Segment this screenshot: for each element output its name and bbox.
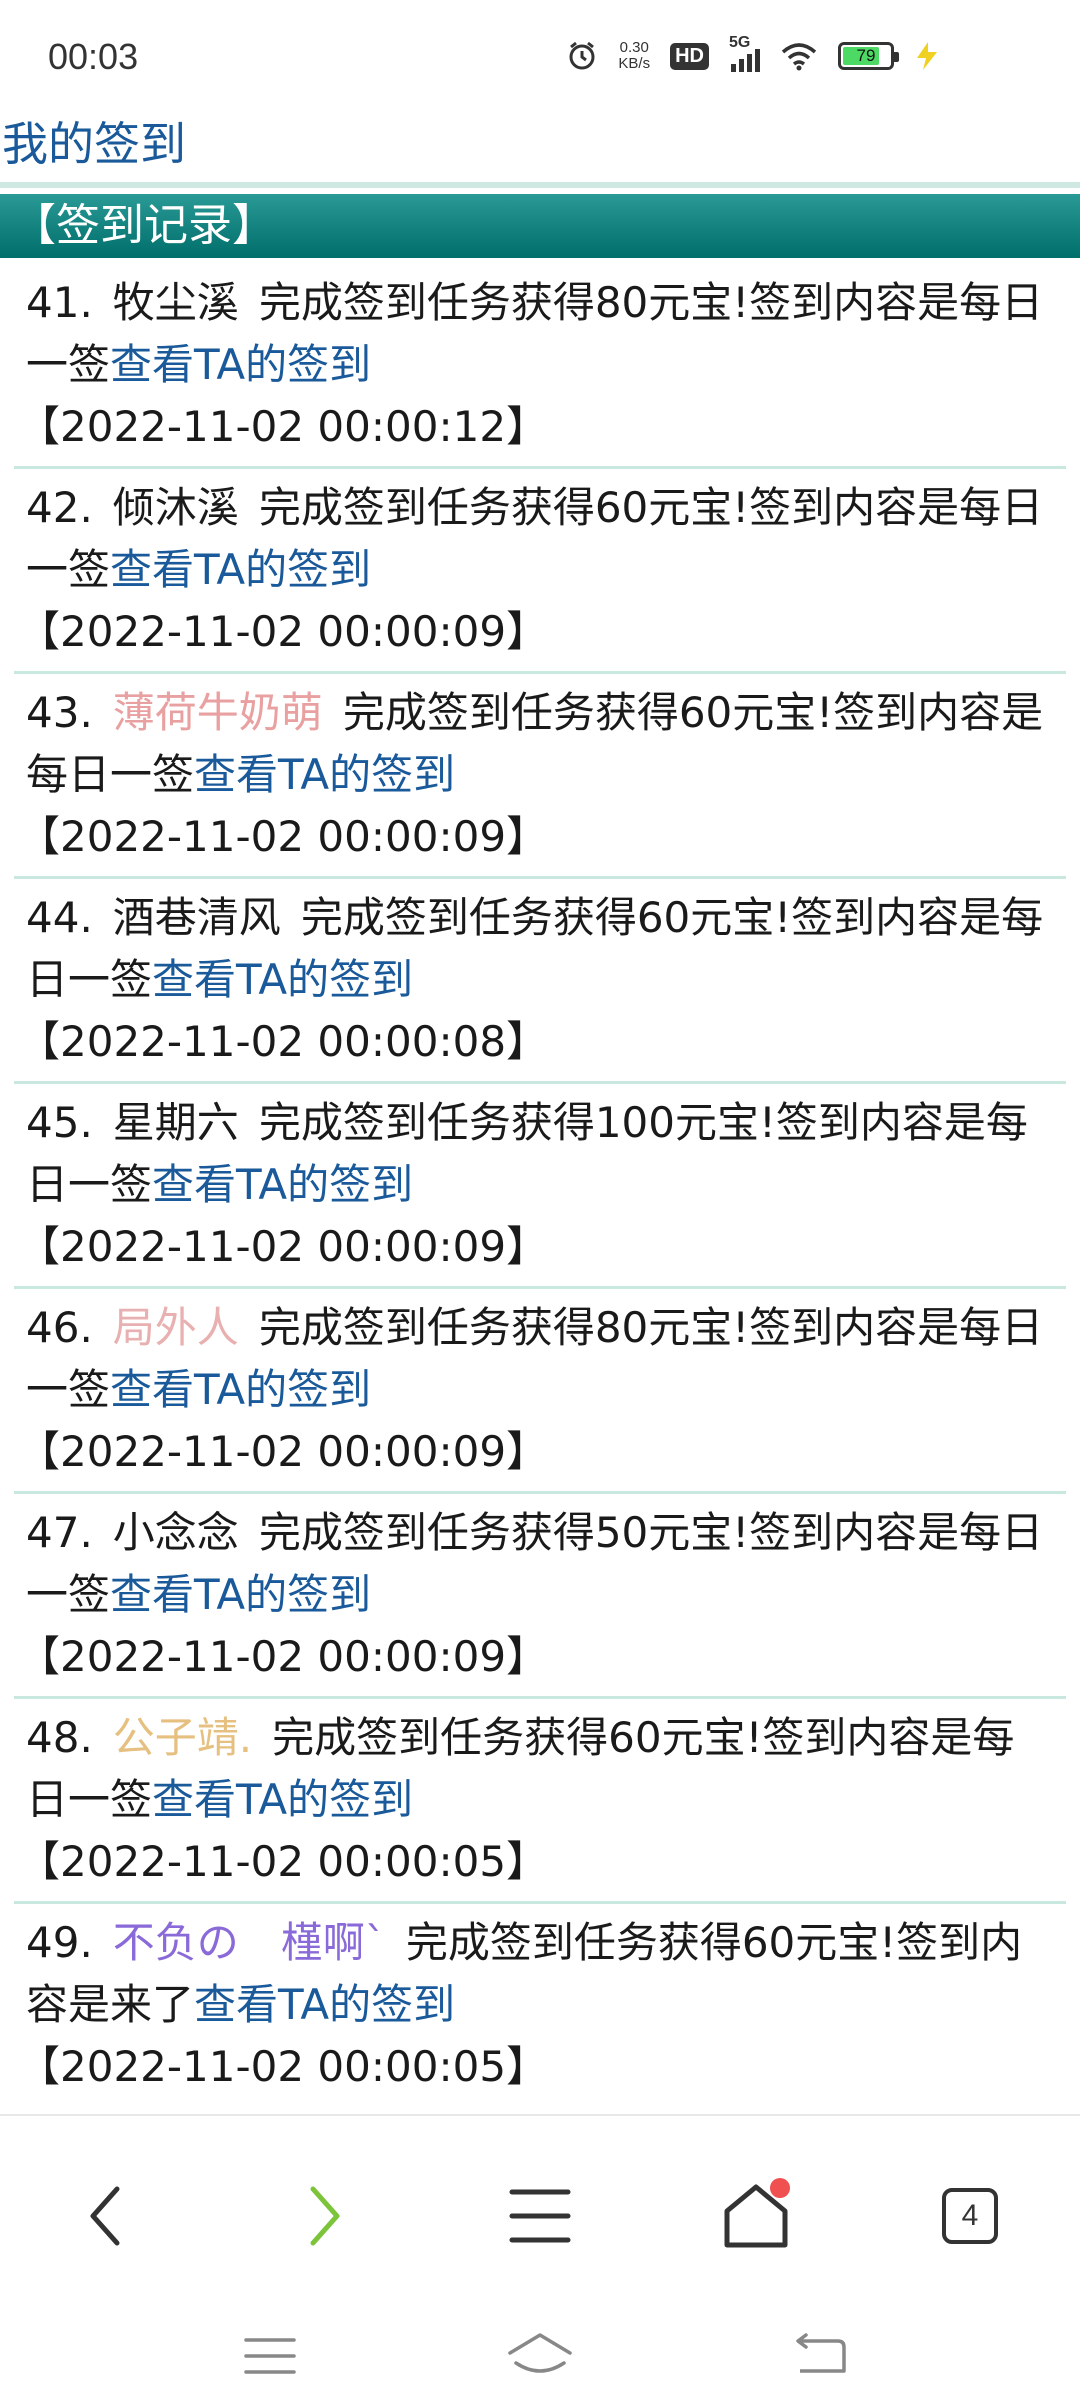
checkin-record: 43. 薄荷牛奶萌 完成签到任务获得60元宝!签到内容是每日一签查看TA的签到 【20…: [14, 674, 1066, 879]
back-icon: [90, 2186, 120, 2246]
status-icons: 0.30 KB/s HD 5G 79: [566, 34, 940, 72]
system-back-button[interactable]: [770, 2316, 870, 2396]
record-username[interactable]: 星期六: [93, 1092, 259, 1154]
net-speed: 0.30 KB/s: [618, 39, 651, 72]
page-title: 我的签到: [2, 117, 186, 171]
section-header: 【签到记录】: [0, 194, 1080, 258]
checkin-records-list[interactable]: 41. 牧尘溪 完成签到任务获得80元宝!签到内容是每日一签查看TA的签到 【2022…: [14, 264, 1066, 2112]
home-button[interactable]: [696, 2166, 816, 2266]
battery-icon: 79: [838, 42, 899, 70]
record-username[interactable]: 倾沐溪: [93, 477, 259, 539]
checkin-record: 47. 小念念 完成签到任务获得50元宝!签到内容是每日一签查看TA的签到 【2022…: [14, 1494, 1066, 1699]
view-checkin-link[interactable]: 查看TA的签到: [194, 750, 455, 799]
record-username[interactable]: 小念念: [93, 1502, 259, 1564]
view-checkin-link[interactable]: 查看TA的签到: [110, 1365, 371, 1414]
view-checkin-link[interactable]: 查看TA的签到: [194, 1980, 455, 2029]
hd-badge: HD: [670, 42, 709, 70]
record-timestamp: 【2022-11-02 00:00:12】: [18, 402, 549, 451]
tabs-icon: 4: [942, 2188, 998, 2244]
record-number: 49.: [26, 1918, 93, 1967]
wifi-icon: [781, 43, 817, 71]
checkin-record: 49. 不负の 槿啊ˋ 完成签到任务获得60元宝!签到内容是来了查看TA的签到 【20…: [14, 1904, 1066, 2106]
menu-button[interactable]: [480, 2166, 600, 2266]
status-bar: 00:03 0.30 KB/s HD 5G 79: [0, 0, 1080, 120]
charging-icon: [917, 42, 937, 70]
checkin-record: 44. 酒巷清风 完成签到任务获得60元宝!签到内容是每日一签查看TA的签到 【202…: [14, 879, 1066, 1084]
checkin-record: 45. 星期六 完成签到任务获得100元宝!签到内容是每日一签查看TA的签到 【202…: [14, 1084, 1066, 1289]
browser-nav-bar: 4: [0, 2114, 1080, 2408]
system-recents-button[interactable]: [220, 2316, 320, 2396]
record-username[interactable]: 薄荷牛奶萌: [93, 682, 343, 744]
record-number: 43.: [26, 688, 93, 737]
record-username[interactable]: 不负の 槿啊ˋ: [93, 1912, 406, 1974]
record-number: 47.: [26, 1508, 93, 1557]
recents-icon: [244, 2338, 296, 2374]
menu-icon: [509, 2189, 571, 2243]
view-checkin-link[interactable]: 查看TA的签到: [110, 340, 371, 389]
tabs-button[interactable]: 4: [910, 2166, 1030, 2266]
checkin-record: 46. 局外人 完成签到任务获得80元宝!签到内容是每日一签查看TA的签到 【2022…: [14, 1289, 1066, 1494]
view-checkin-link[interactable]: 查看TA的签到: [110, 545, 371, 594]
home-icon: [508, 2333, 572, 2373]
record-timestamp: 【2022-11-02 00:00:05】: [18, 2042, 549, 2091]
record-number: 46.: [26, 1303, 93, 1352]
record-number: 44.: [26, 893, 93, 942]
record-username[interactable]: 酒巷清风: [93, 887, 301, 949]
status-time: 00:03: [48, 36, 139, 77]
back-button[interactable]: [46, 2166, 166, 2266]
record-timestamp: 【2022-11-02 00:00:09】: [18, 1632, 549, 1681]
record-username[interactable]: 牧尘溪: [93, 272, 259, 334]
system-home-button[interactable]: [490, 2316, 590, 2396]
checkin-record: 48. 公子靖. 完成签到任务获得60元宝!签到内容是每日一签查看TA的签到 【202…: [14, 1699, 1066, 1904]
checkin-record: 41. 牧尘溪 完成签到任务获得80元宝!签到内容是每日一签查看TA的签到 【2022…: [14, 264, 1066, 469]
record-number: 41.: [26, 278, 93, 327]
view-checkin-link[interactable]: 查看TA的签到: [152, 1160, 413, 1209]
record-username[interactable]: 公子靖.: [93, 1707, 272, 1769]
view-checkin-link[interactable]: 查看TA的签到: [152, 1775, 413, 1824]
record-timestamp: 【2022-11-02 00:00:08】: [18, 1017, 549, 1066]
title-divider: [0, 182, 1080, 188]
signal-5g-icon: 5G: [729, 34, 760, 72]
forward-button[interactable]: [264, 2166, 384, 2266]
record-number: 42.: [26, 483, 93, 532]
back-icon: [796, 2333, 846, 2373]
checkin-record: 42. 倾沐溪 完成签到任务获得60元宝!签到内容是每日一签查看TA的签到 【2022…: [14, 469, 1066, 674]
record-timestamp: 【2022-11-02 00:00:09】: [18, 812, 549, 861]
alarm-icon: [569, 41, 595, 70]
record-timestamp: 【2022-11-02 00:00:09】: [18, 1427, 549, 1476]
record-timestamp: 【2022-11-02 00:00:09】: [18, 607, 549, 656]
record-timestamp: 【2022-11-02 00:00:09】: [18, 1222, 549, 1271]
notification-dot: [770, 2178, 790, 2198]
record-number: 45.: [26, 1098, 93, 1147]
view-checkin-link[interactable]: 查看TA的签到: [152, 955, 413, 1004]
forward-icon: [310, 2186, 340, 2246]
record-username[interactable]: 局外人: [93, 1297, 259, 1359]
record-timestamp: 【2022-11-02 00:00:05】: [18, 1837, 549, 1886]
view-checkin-link[interactable]: 查看TA的签到: [110, 1570, 371, 1619]
record-number: 48.: [26, 1713, 93, 1762]
